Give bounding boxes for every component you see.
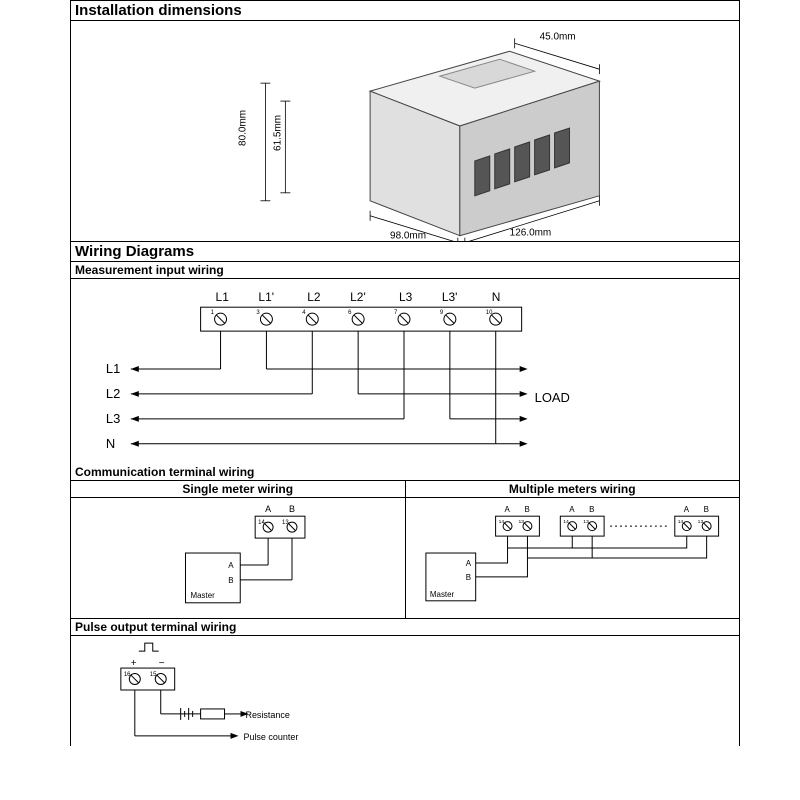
svg-text:6: 6 xyxy=(348,310,352,316)
svg-text:Resistance: Resistance xyxy=(245,710,289,720)
svg-text:1: 1 xyxy=(211,310,215,316)
svg-text:L1': L1' xyxy=(258,290,274,304)
svg-text:L3: L3 xyxy=(399,290,413,304)
pulse-output-diagram: + − 16 15 xyxy=(71,636,739,746)
svg-text:Master: Master xyxy=(429,590,454,599)
svg-text:+: + xyxy=(131,658,137,669)
svg-text:L1: L1 xyxy=(106,361,120,376)
svg-text:10: 10 xyxy=(486,310,493,316)
svg-text:14: 14 xyxy=(677,519,683,525)
svg-text:126.0mm: 126.0mm xyxy=(510,228,552,239)
single-meter-title: Single meter wiring xyxy=(71,481,405,498)
subsection-comm: Communication terminal wiring xyxy=(71,464,739,481)
svg-text:B: B xyxy=(703,505,708,514)
svg-text:N: N xyxy=(106,436,115,451)
svg-text:L2: L2 xyxy=(307,290,321,304)
svg-text:A: A xyxy=(265,504,271,514)
multi-meter-diagram: A B 14 13 A B 14 xyxy=(406,498,740,618)
svg-text:16: 16 xyxy=(124,672,131,678)
svg-text:L2': L2' xyxy=(350,290,366,304)
subsection-measurement: Measurement input wiring xyxy=(71,262,739,279)
svg-text:14: 14 xyxy=(563,519,569,525)
svg-text:15: 15 xyxy=(150,672,157,678)
svg-text:LOAD: LOAD xyxy=(535,390,570,405)
section-wiring: Wiring Diagrams xyxy=(71,241,739,262)
svg-text:13: 13 xyxy=(518,519,524,525)
svg-text:A: A xyxy=(683,505,689,514)
svg-text:4: 4 xyxy=(302,310,306,316)
svg-text:7: 7 xyxy=(394,310,398,316)
svg-text:9: 9 xyxy=(440,310,444,316)
svg-text:45.0mm: 45.0mm xyxy=(540,31,576,42)
svg-text:B: B xyxy=(289,504,295,514)
svg-text:L1: L1 xyxy=(216,290,230,304)
multi-meter-title: Multiple meters wiring xyxy=(406,481,740,498)
svg-text:Pulse counter: Pulse counter xyxy=(243,732,298,742)
svg-text:98.0mm: 98.0mm xyxy=(390,231,426,241)
svg-text:13: 13 xyxy=(282,520,289,526)
svg-text:61.5mm: 61.5mm xyxy=(272,115,283,151)
svg-text:13: 13 xyxy=(697,519,703,525)
measurement-wiring-diagram: L1 L1' L2 L2' L3 L3' N 1 3 4 6 7 9 10 xyxy=(71,279,739,464)
svg-text:B: B xyxy=(465,573,470,582)
svg-text:14: 14 xyxy=(498,519,504,525)
svg-text:L2: L2 xyxy=(106,386,120,401)
subsection-pulse: Pulse output terminal wiring xyxy=(71,618,739,636)
svg-text:L3: L3 xyxy=(106,411,120,426)
svg-text:L3': L3' xyxy=(442,290,458,304)
svg-text:A: A xyxy=(228,561,234,570)
svg-text:B: B xyxy=(228,576,233,585)
svg-text:N: N xyxy=(492,290,501,304)
svg-text:A: A xyxy=(465,559,471,568)
svg-text:13: 13 xyxy=(583,519,589,525)
svg-text:14: 14 xyxy=(258,520,265,526)
svg-text:A: A xyxy=(569,505,575,514)
single-meter-diagram: A B 14 13 Master A B xyxy=(71,498,405,618)
svg-text:Master: Master xyxy=(190,591,215,600)
svg-text:A: A xyxy=(504,505,510,514)
svg-text:B: B xyxy=(589,505,594,514)
svg-text:80.0mm: 80.0mm xyxy=(237,110,248,146)
svg-text:−: − xyxy=(159,658,165,669)
section-installation: Installation dimensions xyxy=(71,0,739,21)
installation-drawing: 45.0mm 80.0mm 61.5mm 98.0mm 126.0mm xyxy=(71,21,739,241)
svg-text:B: B xyxy=(524,505,529,514)
svg-text:3: 3 xyxy=(256,310,260,316)
